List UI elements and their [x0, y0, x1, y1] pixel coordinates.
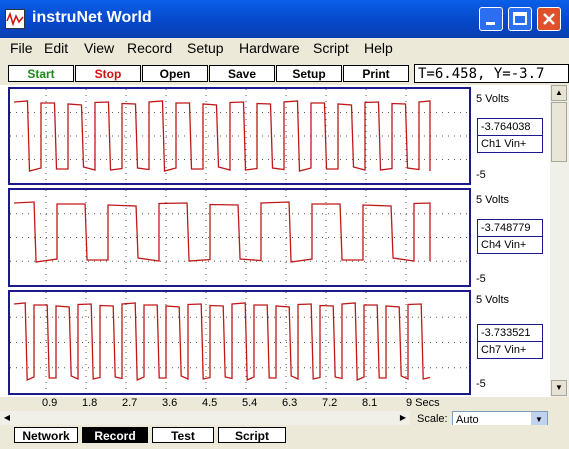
waveform-ch4: [10, 190, 469, 285]
menu-record[interactable]: Record: [127, 40, 172, 56]
menu-bar: File Edit View Record Setup Hardware Scr…: [0, 38, 569, 60]
vertical-scroll-thumb[interactable]: [551, 102, 567, 162]
minimize-button[interactable]: [479, 7, 503, 31]
scale-bottom-4: -5: [476, 273, 486, 285]
save-button[interactable]: Save: [209, 65, 275, 82]
signal-trace: [13, 201, 431, 263]
channel-name-4[interactable]: Ch4 Vin+: [478, 237, 542, 253]
x-tick: 6.3: [282, 397, 298, 409]
scale-label: Scale:: [417, 413, 448, 425]
channel-name-7[interactable]: Ch7 Vin+: [478, 342, 542, 358]
channel-readout-1: -3.764038 Ch1 Vin+: [477, 118, 543, 153]
menu-file[interactable]: File: [10, 40, 33, 56]
stop-button[interactable]: Stop: [75, 65, 141, 82]
setup-button[interactable]: Setup: [276, 65, 342, 82]
scroll-right-icon[interactable]: ▶: [396, 411, 410, 425]
scroll-left-icon[interactable]: ◀: [0, 411, 14, 425]
menu-view[interactable]: View: [84, 40, 114, 56]
channel-panel-4[interactable]: [8, 188, 471, 287]
channel-value-1: -3.764038: [478, 119, 542, 136]
channel-name-1[interactable]: Ch1 Vin+: [478, 136, 542, 152]
tab-test[interactable]: Test: [152, 427, 214, 443]
cursor-readout: T=6.458, Y=-3.7: [414, 64, 569, 83]
x-tick: 4.5: [202, 397, 218, 409]
tab-script[interactable]: Script: [218, 427, 286, 443]
print-button[interactable]: Print: [343, 65, 409, 82]
x-tick: 3.6: [162, 397, 178, 409]
title-bar: instruNet World: [0, 0, 569, 38]
vertical-scrollbar[interactable]: ▲ ▼: [550, 85, 569, 397]
tab-record[interactable]: Record: [82, 427, 148, 443]
x-tick: 5.4: [242, 397, 258, 409]
x-tick: 2.7: [122, 397, 138, 409]
app-icon: [5, 9, 25, 29]
scale-top-7: 5 Volts: [476, 294, 510, 306]
time-axis: 0.9 1.8 2.7 3.6 4.5 5.4 6.3 7.2 8.1 9 Se…: [0, 397, 550, 411]
channel-readout-7: -3.733521 Ch7 Vin+: [477, 324, 543, 359]
x-tick: 8.1: [362, 397, 378, 409]
menu-hardware[interactable]: Hardware: [239, 40, 300, 56]
maximize-button[interactable]: [508, 7, 532, 31]
close-button[interactable]: [537, 7, 561, 31]
scale-top-4: 5 Volts: [476, 194, 510, 206]
signal-trace: [13, 302, 431, 381]
channel-readout-4: -3.748779 Ch4 Vin+: [477, 219, 543, 254]
menu-setup[interactable]: Setup: [187, 40, 224, 56]
x-tick: 7.2: [322, 397, 338, 409]
waveform-ch7: [10, 292, 469, 393]
open-button[interactable]: Open: [142, 65, 208, 82]
scale-bottom-7: -5: [476, 378, 486, 390]
scale-top-1: 5 Volts: [476, 93, 510, 105]
scroll-up-icon[interactable]: ▲: [551, 85, 567, 101]
channel-value-4: -3.748779: [478, 220, 542, 237]
x-tick: 1.8: [82, 397, 98, 409]
horizontal-scrollbar[interactable]: ◀ ▶: [0, 411, 410, 425]
start-button[interactable]: Start: [8, 65, 74, 82]
x-tick: 0.9: [42, 397, 58, 409]
menu-edit[interactable]: Edit: [44, 40, 68, 56]
menu-script[interactable]: Script: [313, 40, 349, 56]
plot-area: 5 Volts -5 -3.764038 Ch1 Vin+ 5 Volts -5…: [0, 85, 550, 397]
window-title: instruNet World: [32, 9, 152, 26]
channel-panel-7[interactable]: [8, 290, 471, 395]
tab-bar: Network Record Test Script: [0, 425, 569, 449]
scale-bottom-1: -5: [476, 169, 486, 181]
channel-value-7: -3.733521: [478, 325, 542, 342]
menu-help[interactable]: Help: [364, 40, 393, 56]
waveform-ch1: [10, 89, 469, 183]
tab-network[interactable]: Network: [14, 427, 78, 443]
x-tick: 9 Secs: [406, 397, 440, 409]
channel-panel-1[interactable]: [8, 87, 471, 185]
scroll-down-icon[interactable]: ▼: [551, 380, 567, 396]
